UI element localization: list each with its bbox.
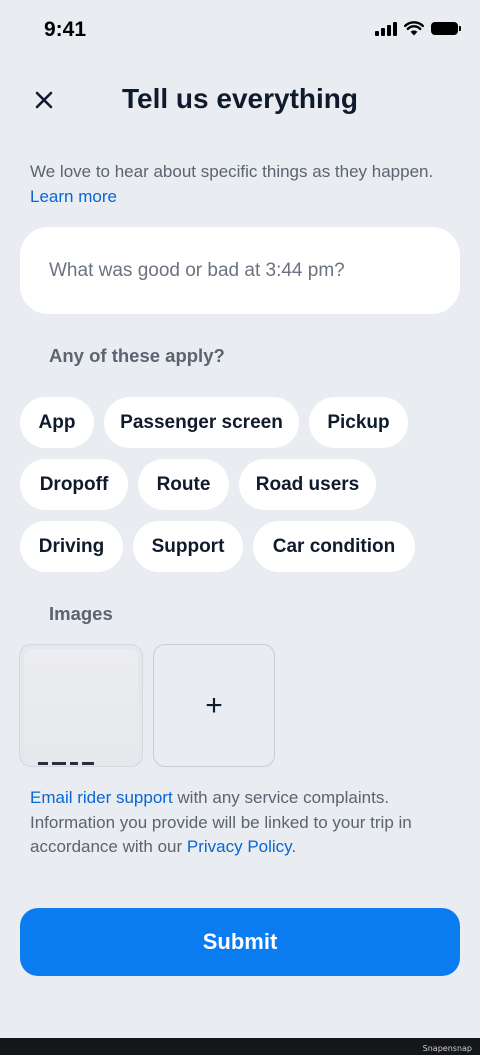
chip-road-users[interactable]: Road users: [239, 459, 376, 510]
privacy-policy-link[interactable]: Privacy Policy: [187, 837, 292, 856]
chip-dropoff[interactable]: Dropoff: [20, 459, 128, 510]
wifi-icon: [404, 21, 424, 36]
chip-route[interactable]: Route: [138, 459, 229, 510]
status-time: 9:41: [44, 18, 87, 41]
feedback-input[interactable]: [20, 227, 460, 314]
chip-passenger-screen[interactable]: Passenger screen: [104, 397, 299, 448]
email-support-link[interactable]: Email rider support: [30, 788, 173, 807]
images-label: Images: [49, 603, 113, 624]
footer-text: Email rider support with any service com…: [30, 786, 460, 860]
intro-description: We love to hear about specific things as…: [30, 162, 434, 181]
status-icons: [375, 21, 461, 36]
submit-button[interactable]: Submit: [20, 908, 460, 976]
footer-period: .: [291, 837, 297, 856]
watermark: Snapensnap: [422, 1044, 472, 1053]
learn-more-link[interactable]: Learn more: [30, 187, 117, 206]
intro-text: We love to hear about specific things as…: [30, 160, 440, 209]
chip-app[interactable]: App: [20, 397, 94, 448]
chip-car-condition[interactable]: Car condition: [253, 521, 415, 572]
cellular-signal-icon: [375, 21, 397, 36]
chip-driving[interactable]: Driving: [20, 521, 123, 572]
image-preview: [24, 649, 138, 762]
chip-support[interactable]: Support: [133, 521, 243, 572]
chip-pickup[interactable]: Pickup: [309, 397, 408, 448]
header: Tell us everything: [0, 70, 480, 130]
categories-label: Any of these apply?: [49, 345, 225, 366]
page-title: Tell us everything: [122, 83, 358, 114]
status-bar: 9:41: [0, 0, 480, 60]
battery-icon: [431, 22, 461, 35]
bottom-strip: Snapensnap: [0, 1038, 480, 1055]
plus-icon: +: [205, 688, 223, 722]
image-thumbnail[interactable]: [19, 644, 143, 767]
add-image-button[interactable]: +: [153, 644, 275, 767]
